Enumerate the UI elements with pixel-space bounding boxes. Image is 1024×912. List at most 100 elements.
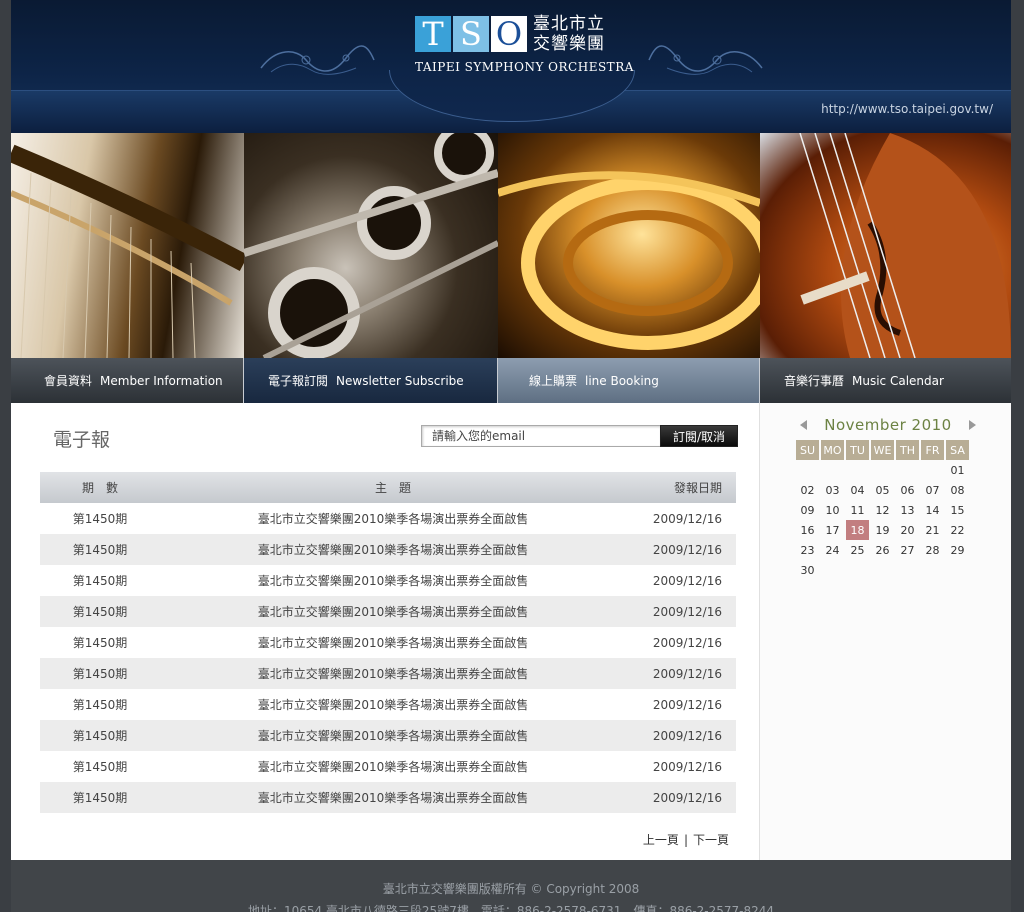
date-cell: 2009/12/16 (626, 782, 736, 813)
calendar-empty-cell (821, 560, 844, 580)
nav-label-zh: 線上購票 (529, 374, 578, 388)
calendar-day[interactable]: 22 (946, 520, 969, 540)
subject-link[interactable]: 臺北市立交響樂團2010樂季各場演出票券全面啟售 (160, 751, 626, 782)
table-row[interactable]: 第1450期 臺北市立交響樂團2010樂季各場演出票券全面啟售 2009/12/16 (40, 689, 736, 720)
table-row[interactable]: 第1450期 臺北市立交響樂團2010樂季各場演出票券全面啟售 2009/12/16 (40, 596, 736, 627)
date-cell: 2009/12/16 (626, 534, 736, 565)
logo-chinese-name: 臺北市立 交響樂團 (533, 14, 605, 54)
calendar-day[interactable]: 13 (896, 500, 919, 520)
calendar-day[interactable]: 27 (896, 540, 919, 560)
calendar-day[interactable]: 03 (821, 480, 844, 500)
subject-link[interactable]: 臺北市立交響樂團2010樂季各場演出票券全面啟售 (160, 782, 626, 813)
calendar-empty-cell (846, 460, 869, 480)
nav-line-booking[interactable]: 線上購票 line Booking (498, 358, 760, 403)
calendar-day[interactable]: 10 (821, 500, 844, 520)
calendar-week-row: 23 24 25 26 27 28 29 (796, 540, 969, 560)
issue-cell: 第1450期 (40, 658, 160, 689)
logo-zh-line2: 交響樂團 (533, 34, 605, 54)
calendar-week-row: 30 (796, 560, 969, 580)
table-row[interactable]: 第1450期 臺北市立交響樂團2010樂季各場演出票券全面啟售 2009/12/16 (40, 720, 736, 751)
table-row[interactable]: 第1450期 臺北市立交響樂團2010樂季各場演出票券全面啟售 2009/12/16 (40, 658, 736, 689)
ornament-right-icon (648, 45, 763, 75)
logo-letter-o: O (491, 16, 527, 52)
calendar-day[interactable]: 24 (821, 540, 844, 560)
calendar-weekday-row: SU MO TU WE TH FR SA (796, 440, 969, 460)
calendar-day[interactable]: 02 (796, 480, 819, 500)
tso-logo[interactable]: T S O 臺北市立 交響樂團 TAIPEI SYMPHONY ORCHESTR… (415, 14, 633, 76)
subject-link[interactable]: 臺北市立交響樂團2010樂季各場演出票券全面啟售 (160, 658, 626, 689)
table-row[interactable]: 第1450期 臺北市立交響樂團2010樂季各場演出票券全面啟售 2009/12/16 (40, 751, 736, 782)
calendar-header: November 2010 (800, 415, 976, 435)
calendar-day[interactable]: 23 (796, 540, 819, 560)
nav-music-calendar[interactable]: 音樂行事曆 Music Calendar (760, 358, 1011, 403)
calendar-day[interactable]: 07 (921, 480, 944, 500)
calendar-empty-cell (921, 560, 944, 580)
pager-separator: | (683, 833, 688, 847)
calendar-month-label: November 2010 (824, 416, 952, 434)
calendar-week-row: 02 03 04 05 06 07 08 (796, 480, 969, 500)
subject-link[interactable]: 臺北市立交響樂團2010樂季各場演出票券全面啟售 (160, 689, 626, 720)
calendar-day[interactable]: 18 (846, 520, 869, 540)
subject-link[interactable]: 臺北市立交響樂團2010樂季各場演出票券全面啟售 (160, 503, 626, 534)
calendar-day[interactable]: 04 (846, 480, 869, 500)
calendar-day[interactable]: 05 (871, 480, 894, 500)
calendar-day[interactable]: 16 (796, 520, 819, 540)
calendar-week-row: 09 10 11 12 13 14 15 (796, 500, 969, 520)
newsletter-table: 期 數 主 題 發報日期 第1450期 臺北市立交響樂團2010樂季各場演出票券全… (40, 472, 736, 813)
calendar-weekday: FR (921, 440, 944, 460)
calendar-day[interactable]: 20 (896, 520, 919, 540)
nav-label-zh: 音樂行事曆 (784, 374, 845, 388)
date-cell: 2009/12/16 (652, 573, 722, 588)
calendar-day[interactable]: 06 (896, 480, 919, 500)
calendar-day[interactable]: 30 (796, 560, 819, 580)
nav-member-information[interactable]: 會員資料 Member Information (11, 358, 244, 403)
calendar-day[interactable]: 19 (871, 520, 894, 540)
subject-link[interactable]: 臺北市立交響樂團2010樂季各場演出票券全面啟售 (160, 596, 626, 627)
calendar-day[interactable]: 21 (921, 520, 944, 540)
calendar-day[interactable]: 25 (846, 540, 869, 560)
table-header-row: 期 數 主 題 發報日期 (40, 472, 736, 503)
calendar-weekday: SA (946, 440, 969, 460)
calendar-day[interactable]: 09 (796, 500, 819, 520)
newsletter-table-body: 第1450期 臺北市立交響樂團2010樂季各場演出票券全面啟售 2009/12/16… (40, 503, 736, 813)
calendar-day[interactable]: 12 (871, 500, 894, 520)
subject-link[interactable]: 臺北市立交響樂團2010樂季各場演出票券全面啟售 (160, 534, 626, 565)
nav-label-en: Newsletter Subscribe (336, 373, 464, 388)
calendar-day[interactable]: 28 (921, 540, 944, 560)
prev-page-link[interactable]: 上一頁 (643, 833, 679, 847)
harp-photo (11, 133, 244, 358)
calendar-day[interactable]: 08 (946, 480, 969, 500)
calendar-weekday: TH (896, 440, 919, 460)
calendar-day[interactable]: 26 (871, 540, 894, 560)
subscribe-cancel-button[interactable]: 訂閱/取消 (660, 425, 738, 447)
main-content: 電子報 訂閱/取消 期 數 主 題 發報日期 第1450期臺北市立交響樂團201… (11, 403, 759, 860)
calendar-day[interactable]: 11 (846, 500, 869, 520)
table-row[interactable]: 第1450期 臺北市立交響樂團2010樂季各場演出票券全面啟售 2009/12/16 (40, 782, 736, 813)
site-footer: 臺北市立交響樂團版權所有 © Copyright 2008 地址：10654 臺… (11, 860, 1011, 912)
issue-cell: 第1450期 (40, 534, 160, 565)
logo-letter-t: T (415, 16, 451, 52)
calendar-body: 01 02 03 04 05 06 07 08 09 10 11 12 13 14 15 16 17 18 19 20… (796, 460, 969, 580)
email-input[interactable] (421, 425, 661, 447)
table-row[interactable]: 第1450期 臺北市立交響樂團2010樂季各場演出票券全面啟售 2009/12/16 (40, 627, 736, 658)
subject-link[interactable]: 臺北市立交響樂團2010樂季各場演出票券全面啟售 (160, 565, 626, 596)
calendar-day[interactable]: 29 (946, 540, 969, 560)
calendar-day[interactable]: 17 (821, 520, 844, 540)
table-row[interactable]: 第1450期 臺北市立交響樂團2010樂季各場演出票券全面啟售 2009/12/16 (40, 534, 736, 565)
calendar-day[interactable]: 15 (946, 500, 969, 520)
site-url[interactable]: http://www.tso.taipei.gov.tw/ (821, 102, 993, 116)
calendar-day[interactable]: 01 (946, 460, 969, 480)
footer-contact: 地址：10654 臺北市八德路三段25號7樓 電話：886-2-2578-673… (247, 904, 775, 912)
next-page-link[interactable]: 下一頁 (693, 833, 729, 847)
subject-link[interactable]: 臺北市立交響樂團2010樂季各場演出票券全面啟售 (160, 720, 626, 751)
calendar-empty-cell (846, 560, 869, 580)
next-month-arrow-icon[interactable] (968, 420, 976, 430)
table-row[interactable]: 第1450期 臺北市立交響樂團2010樂季各場演出票券全面啟售 2009/12/16 (40, 503, 736, 534)
table-row[interactable]: 第1450期 臺北市立交響樂團2010樂季各場演出票券全面啟售 2009/12/16 (40, 565, 736, 596)
subject-link[interactable]: 臺北市立交響樂團2010樂季各場演出票券全面啟售 (160, 627, 626, 658)
column-header-issue: 期 數 (40, 472, 160, 503)
calendar-day[interactable]: 14 (921, 500, 944, 520)
footer-copyright: 臺北市立交響樂團版權所有 © Copyright 2008 (382, 882, 640, 896)
prev-month-arrow-icon[interactable] (800, 420, 807, 430)
nav-newsletter-subscribe[interactable]: 電子報訂閱 Newsletter Subscribe (244, 358, 498, 403)
